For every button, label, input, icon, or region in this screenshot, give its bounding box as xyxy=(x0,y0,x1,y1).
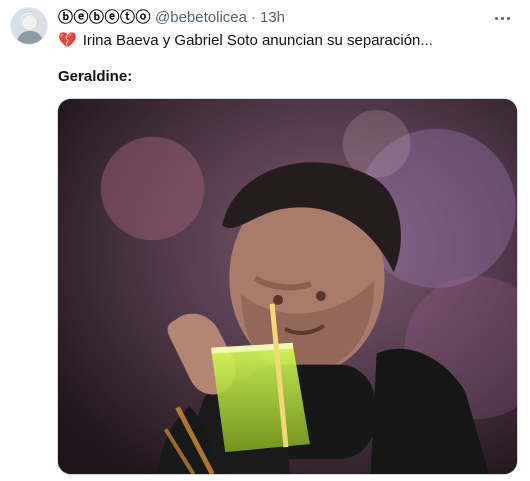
tweet-text: 💔 Irina Baeva y Gabriel Soto anuncian su… xyxy=(58,31,433,51)
avatar[interactable] xyxy=(10,7,48,45)
more-dot xyxy=(506,16,510,20)
more-dot xyxy=(500,16,504,20)
avatar-face-icon xyxy=(21,14,38,31)
tweet-header: ⓑⓔⓑⓔⓣⓞ @bebetolicea · 13h xyxy=(58,9,285,27)
user-handle[interactable]: @bebetolicea xyxy=(155,9,247,27)
avatar-body-icon xyxy=(17,31,43,44)
tweet-text-content: Irina Baeva y Gabriel Soto anuncian su s… xyxy=(82,32,433,49)
timestamp[interactable]: 13h xyxy=(260,9,285,27)
separator-dot: · xyxy=(250,9,256,26)
tweet: ⓑⓔⓑⓔⓣⓞ @bebetolicea · 13h 💔 Irina Baeva … xyxy=(0,0,530,481)
media-image xyxy=(58,99,517,474)
more-options-icon[interactable] xyxy=(492,10,512,26)
more-dot xyxy=(494,16,498,20)
tweet-media[interactable] xyxy=(57,98,518,475)
display-name[interactable]: ⓑⓔⓑⓔⓣⓞ xyxy=(58,9,151,27)
tweet-label: Geraldine: xyxy=(58,68,133,85)
broken-heart-icon: 💔 xyxy=(58,32,77,49)
